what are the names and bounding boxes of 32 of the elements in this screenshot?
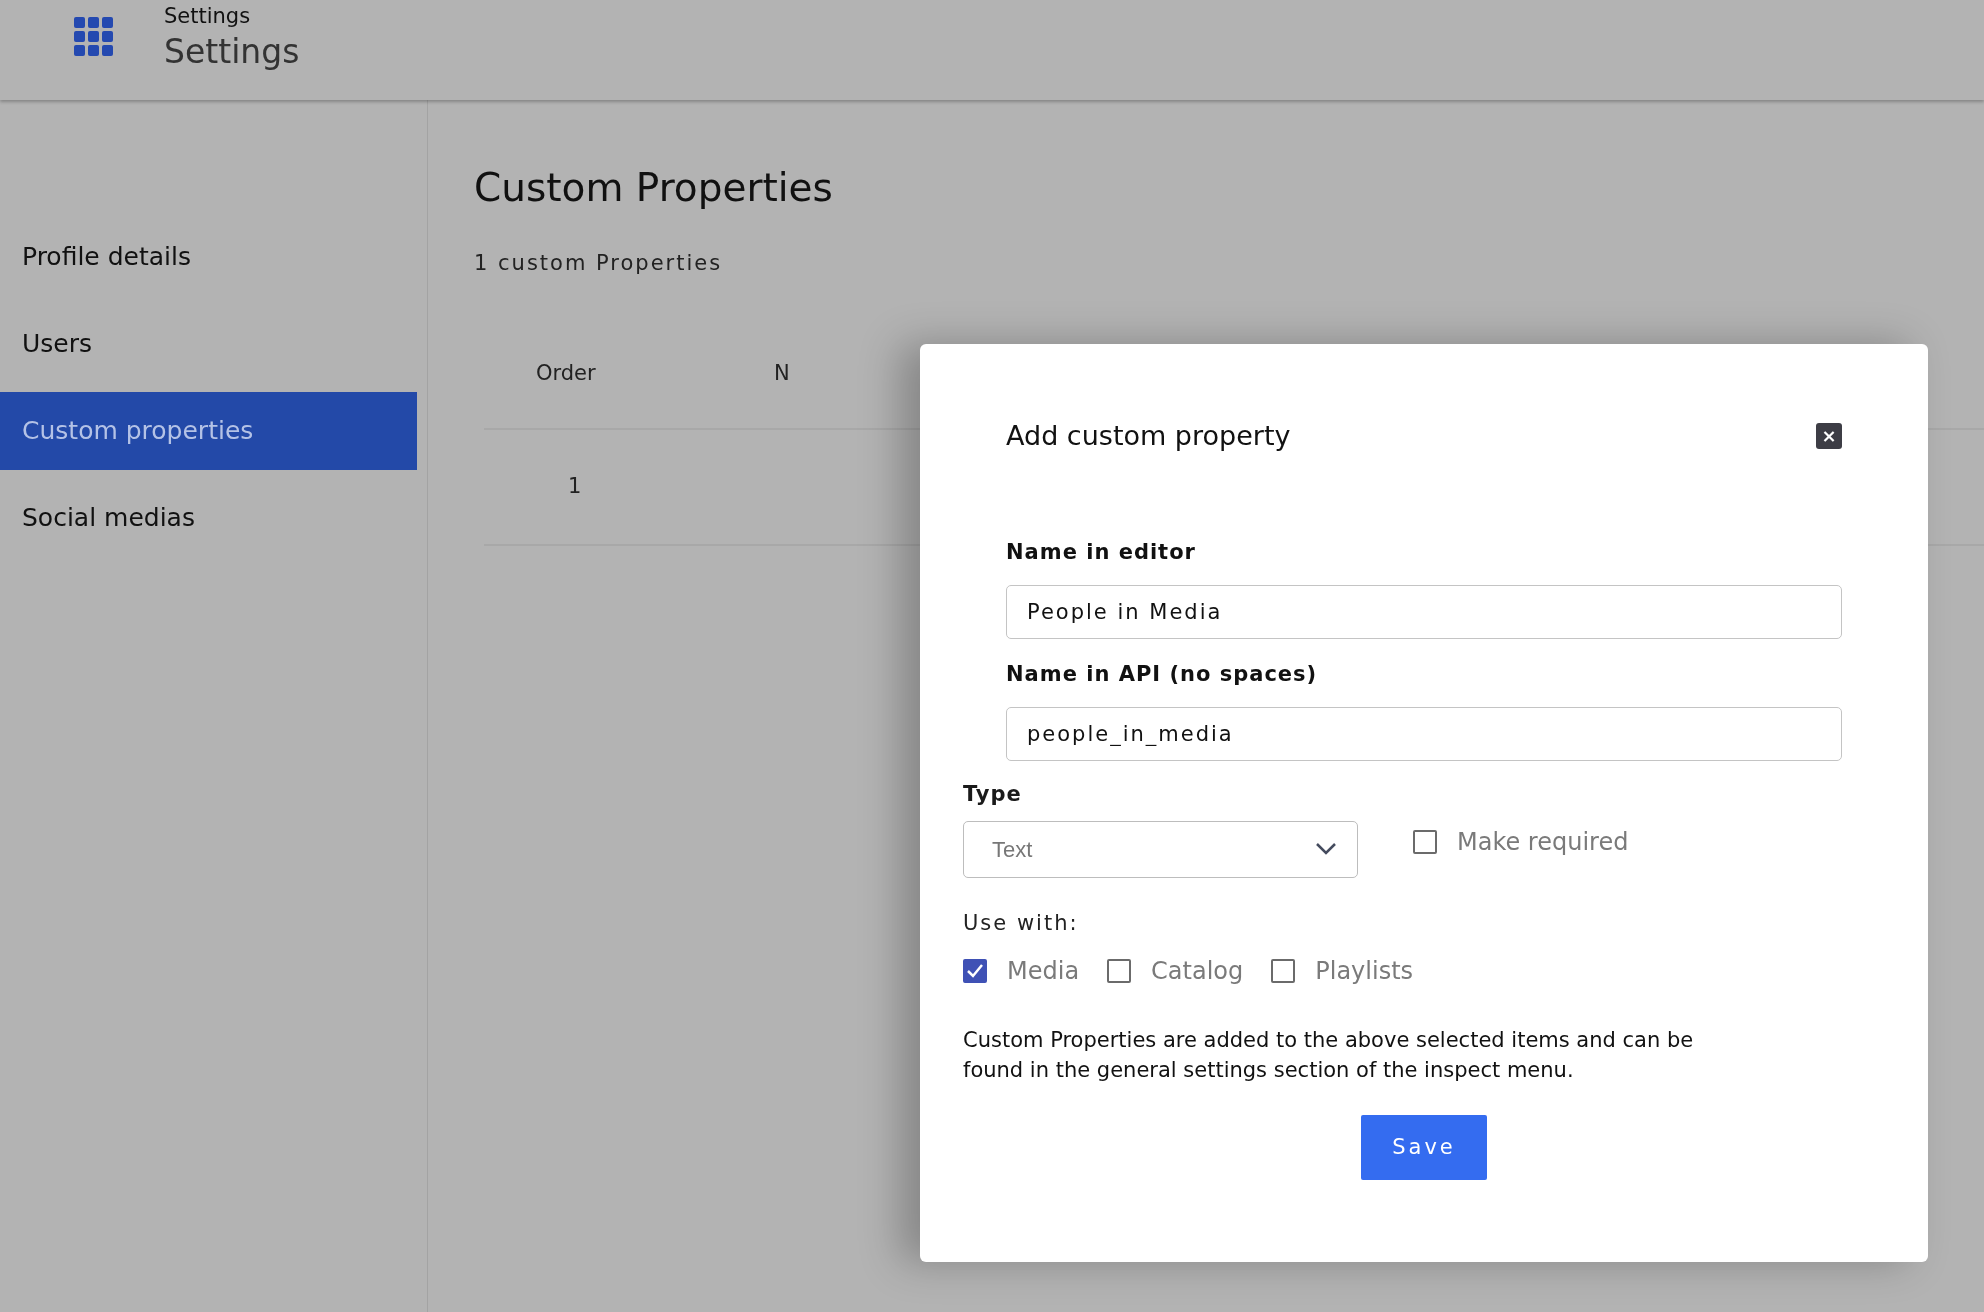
field-label: Name in editor xyxy=(1006,538,1197,566)
checkbox-label: Playlists xyxy=(1315,956,1414,987)
checkbox-label: Catalog xyxy=(1151,956,1244,987)
field-label: Name in API (no spaces) xyxy=(1006,660,1319,688)
use-with-label: Use with: xyxy=(963,909,1080,937)
apps-grid-icon[interactable] xyxy=(74,17,113,56)
checkbox[interactable] xyxy=(963,959,987,983)
help-text: Custom Properties are added to the above selected items and can be found in the general settings section of the inspect menu. xyxy=(963,1027,1695,1084)
dialog-title: Add custom property xyxy=(1006,419,1291,453)
sidebar-item[interactable]: Social medias xyxy=(0,479,417,557)
checkbox[interactable] xyxy=(1271,959,1296,983)
type-select[interactable]: Text xyxy=(963,820,1358,878)
save-button[interactable]: Save xyxy=(1361,1115,1487,1180)
column-header: Order xyxy=(535,359,597,387)
property-count: 1 custom Properties xyxy=(474,250,724,277)
sidebar-item[interactable]: Users xyxy=(0,305,417,383)
make-required-label: Make required xyxy=(1457,826,1629,858)
column-header: N xyxy=(774,359,791,387)
section-heading: Custom Properties xyxy=(474,164,834,212)
page-title: Settings xyxy=(164,31,300,73)
text-field[interactable]: People in Media xyxy=(1006,584,1842,639)
close-button[interactable]: × xyxy=(1816,423,1842,450)
make-required-checkbox[interactable] xyxy=(1413,829,1437,854)
chevron-down-icon xyxy=(1315,842,1337,856)
sidebar-item[interactable]: Custom properties xyxy=(0,392,417,470)
text-field[interactable]: people_in_media xyxy=(1006,706,1842,761)
breadcrumb: Settings xyxy=(164,3,252,30)
checkbox[interactable] xyxy=(1107,959,1132,983)
table-cell: 1 xyxy=(568,473,582,498)
type-label: Type xyxy=(963,780,1023,808)
checkbox-label: Media xyxy=(1007,956,1080,987)
sidebar-item[interactable]: Profile details xyxy=(0,218,417,296)
